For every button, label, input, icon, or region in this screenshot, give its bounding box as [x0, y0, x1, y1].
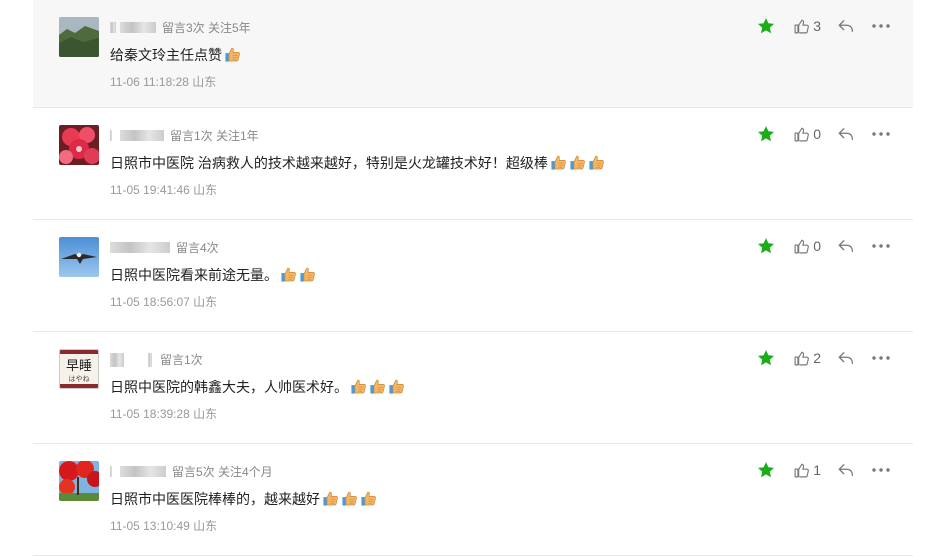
- reply-icon[interactable]: [837, 461, 855, 479]
- comment-time: 11-05 19:41:46 山东: [110, 183, 218, 197]
- more-options-icon[interactable]: [871, 467, 891, 473]
- comment-item: 留言1次 关注1年 日照市中医院 治病救人的技术越来越好，特别是火龙罐技术好！超…: [33, 108, 913, 220]
- comment-time: 11-05 18:39:28 山东: [110, 407, 218, 421]
- thumbs-up-emoji-icon: [350, 378, 367, 395]
- thumbs-up-icon: [794, 127, 810, 141]
- thumbs-up-emoji-icon: [369, 378, 386, 395]
- like-button[interactable]: 3: [793, 18, 821, 35]
- thumbs-up-icon: [794, 19, 810, 33]
- comment-item: 留言4次 日照中医院看来前途无量。 11-05 18:56:07 山东 0: [33, 220, 913, 332]
- user-stats: 留言1次 关注1年: [170, 129, 259, 143]
- thumbs-up-emoji-icon: [360, 490, 377, 507]
- like-button[interactable]: 0: [793, 238, 821, 255]
- thumbs-up-emoji-icon: [224, 46, 241, 63]
- comment-item: 留言3次 关注5年 给秦文玲主任点赞 11-06 11:18:28 山东 3: [33, 0, 913, 108]
- star-icon[interactable]: [757, 125, 775, 143]
- avatar[interactable]: [59, 237, 99, 277]
- comment-body: 日照中医院的韩鑫大夫，人帅医术好。: [110, 379, 348, 395]
- comment-time: 11-05 18:56:07 山东: [110, 295, 218, 309]
- thumbs-up-emoji-icon: [341, 490, 358, 507]
- thumbs-up-emoji-icon: [550, 154, 567, 171]
- more-options-icon[interactable]: [871, 23, 891, 29]
- user-stats: 留言4次: [176, 241, 219, 255]
- comment-list: 留言3次 关注5年 给秦文玲主任点赞 11-06 11:18:28 山东 3 留…: [33, 0, 913, 556]
- comment-body: 日照中医院看来前途无量。: [110, 267, 278, 283]
- thumbs-up-icon: [794, 351, 810, 365]
- thumbs-up-emoji-icon: [222, 47, 241, 63]
- like-count: 0: [813, 238, 821, 254]
- like-count: 3: [813, 18, 821, 34]
- thumbs-up-emoji-icon: [299, 266, 316, 283]
- comment-body: 给秦文玲主任点赞: [110, 47, 222, 63]
- avatar[interactable]: [59, 17, 99, 57]
- comment-time: 11-05 13:10:49 山东: [110, 519, 218, 533]
- comment-text: 日照中医院的韩鑫大夫，人帅医术好。: [110, 377, 405, 397]
- more-options-icon[interactable]: [871, 131, 891, 137]
- comment-text: 日照市中医医院棒棒的，越来越好: [110, 489, 377, 509]
- thumbs-up-emoji-icon: [548, 155, 605, 171]
- like-button[interactable]: 0: [793, 126, 821, 143]
- like-button[interactable]: 2: [793, 350, 821, 367]
- avatar-calligraphy: 早睡: [66, 359, 92, 374]
- like-button[interactable]: 1: [793, 462, 821, 479]
- user-stats: 留言5次 关注4个月: [172, 465, 273, 479]
- comment-time: 11-06 11:18:28 山东: [110, 75, 217, 89]
- like-count: 2: [813, 350, 821, 366]
- user-meta: 留言3次 关注5年: [110, 19, 251, 36]
- thumbs-up-emoji-icon: [322, 490, 339, 507]
- reply-icon[interactable]: [837, 17, 855, 35]
- comment-actions: 0: [757, 124, 891, 144]
- avatar[interactable]: 早睡 はやね: [59, 349, 99, 389]
- comment-actions: 2: [757, 348, 891, 368]
- comment-actions: 1: [757, 460, 891, 480]
- comment-text: 给秦文玲主任点赞: [110, 45, 241, 65]
- star-icon[interactable]: [757, 237, 775, 255]
- avatar-subtext: はやね: [69, 375, 90, 383]
- thumbs-up-emoji-icon: [320, 491, 377, 507]
- comment-body: 日照市中医医院棒棒的，越来越好: [110, 491, 320, 507]
- comment-item: 早睡 はやね 留言1次 日照中医院的韩鑫大夫，人帅医术好。 11-05 18:3…: [33, 332, 913, 444]
- reply-icon[interactable]: [837, 125, 855, 143]
- thumbs-up-emoji-icon: [388, 378, 405, 395]
- reply-icon[interactable]: [837, 237, 855, 255]
- thumbs-up-emoji-icon: [569, 154, 586, 171]
- user-meta: 留言5次 关注4个月: [110, 463, 273, 480]
- user-stats: 留言1次: [160, 353, 203, 367]
- reply-icon[interactable]: [837, 349, 855, 367]
- thumbs-up-icon: [794, 463, 810, 477]
- avatar[interactable]: [59, 125, 99, 165]
- star-icon[interactable]: [757, 17, 775, 35]
- avatar[interactable]: [59, 461, 99, 501]
- user-stats: 留言3次 关注5年: [162, 21, 251, 35]
- thumbs-up-emoji-icon: [348, 379, 405, 395]
- user-meta: 留言4次: [110, 239, 219, 256]
- like-count: 0: [813, 126, 821, 142]
- user-meta: 留言1次 关注1年: [110, 127, 259, 144]
- thumbs-up-icon: [794, 239, 810, 253]
- comment-item: 留言5次 关注4个月 日照市中医医院棒棒的，越来越好 11-05 13:10:4…: [33, 444, 913, 556]
- more-options-icon[interactable]: [871, 355, 891, 361]
- star-icon[interactable]: [757, 349, 775, 367]
- star-icon[interactable]: [757, 461, 775, 479]
- comment-actions: 3: [757, 16, 891, 36]
- thumbs-up-emoji-icon: [588, 154, 605, 171]
- more-options-icon[interactable]: [871, 243, 891, 249]
- user-meta: 留言1次: [110, 351, 203, 368]
- comment-text: 日照中医院看来前途无量。: [110, 265, 316, 285]
- comment-body: 日照市中医院 治病救人的技术越来越好，特别是火龙罐技术好！超级棒: [110, 155, 548, 171]
- comment-text: 日照市中医院 治病救人的技术越来越好，特别是火龙罐技术好！超级棒: [110, 153, 605, 173]
- like-count: 1: [813, 462, 821, 478]
- thumbs-up-emoji-icon: [280, 266, 297, 283]
- thumbs-up-emoji-icon: [278, 267, 316, 283]
- comment-actions: 0: [757, 236, 891, 256]
